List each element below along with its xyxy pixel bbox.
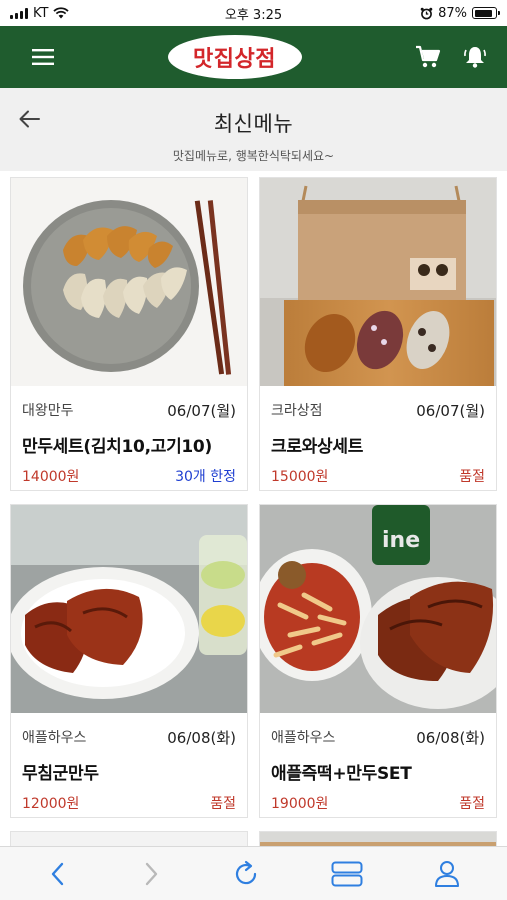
menu-card[interactable]: 대왕만두 06/07(월) 만두세트(김치10,고기10) 14000원 30개 한… [10, 177, 248, 491]
hamburger-icon[interactable] [32, 49, 54, 65]
store-name: 크라상점 [271, 403, 323, 419]
stock-status: 품절 [459, 796, 485, 812]
chevron-left-icon[interactable] [47, 861, 69, 887]
menu-price: 19000원 [271, 796, 329, 812]
store-name: 애플하우스 [22, 730, 87, 746]
menu-card[interactable]: 크라상점 06/07(월) 크로와상세트 15000원 품절 [259, 177, 497, 491]
store-name: 애플하우스 [271, 730, 336, 746]
menu-price: 12000원 [22, 796, 80, 812]
signal-icon [10, 7, 28, 19]
food-photo-tteokbokki-set: ine [260, 505, 496, 713]
stock-status: 30개 한정 [175, 469, 236, 485]
menu-name: 무침군만두 [22, 764, 99, 784]
menu-name: 크로와상세트 [271, 437, 364, 457]
logo-text: 맛집상점 [193, 47, 276, 72]
page-header: 최신메뉴 맛집메뉴로, 행복한식탁되세요~ [0, 88, 507, 171]
menu-date: 06/08(화) [167, 729, 236, 747]
food-photo-croissants [260, 178, 496, 386]
page-subtitle: 맛집메뉴로, 행복한식탁되세요~ [172, 149, 335, 163]
svg-text:ine: ine [382, 528, 420, 553]
menu-name: 애플즉떡+만두SET [271, 764, 412, 784]
browser-toolbar [0, 846, 507, 900]
stock-status: 품절 [459, 469, 485, 485]
account-icon[interactable] [434, 860, 460, 888]
menu-price: 14000원 [22, 469, 80, 485]
menu-name: 만두세트(김치10,고기10) [22, 437, 212, 457]
reload-icon[interactable] [232, 860, 260, 888]
cart-icon[interactable] [415, 45, 441, 69]
tabs-icon[interactable] [331, 861, 363, 887]
battery-icon [472, 7, 500, 19]
food-photo-fried-dumplings [11, 505, 247, 713]
arrow-left-icon[interactable] [18, 110, 40, 128]
app-header: 맛집상점 [0, 26, 507, 88]
chevron-right-icon[interactable] [140, 861, 162, 887]
menu-price: 15000원 [271, 469, 329, 485]
menu-date: 06/08(화) [416, 729, 485, 747]
menu-card[interactable]: ine 애플하우스 06/08(화) 애플즉떡+만두SET 19000원 품절 [259, 504, 497, 818]
carrier-label: KT [33, 5, 49, 21]
status-bar: KT 오후 3:25 87% [0, 0, 507, 26]
stock-status: 품절 [210, 796, 236, 812]
bell-icon[interactable] [463, 45, 487, 69]
battery-percent: 87% [438, 5, 467, 21]
menu-grid: 대왕만두 06/07(월) 만두세트(김치10,고기10) 14000원 30개 한… [0, 171, 507, 871]
clock: 오후 3:25 [224, 7, 283, 23]
menu-date: 06/07(월) [416, 402, 485, 420]
menu-date: 06/07(월) [167, 402, 236, 420]
alarm-icon [420, 7, 433, 19]
store-name: 대왕만두 [22, 403, 74, 419]
page-title: 최신메뉴 [213, 112, 294, 136]
menu-card[interactable]: 애플하우스 06/08(화) 무침군만두 12000원 품절 [10, 504, 248, 818]
food-photo-dumplings [11, 178, 247, 386]
brand-logo[interactable]: 맛집상점 [167, 35, 302, 79]
wifi-icon [53, 7, 70, 19]
